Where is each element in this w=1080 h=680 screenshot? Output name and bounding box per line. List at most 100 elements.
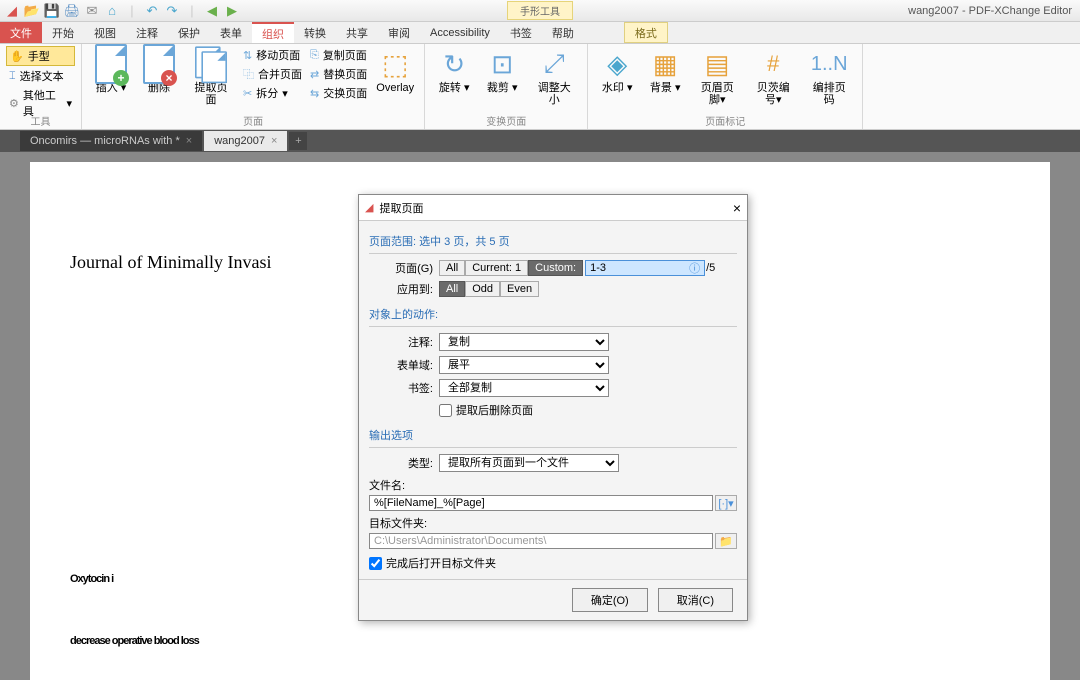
background-button[interactable]: ▦背景 ▾: [642, 46, 688, 96]
menu-view[interactable]: 视图: [84, 22, 126, 43]
hand-icon: ✋: [10, 50, 24, 63]
close-icon[interactable]: ×: [733, 200, 741, 216]
split-page-button[interactable]: ✂拆分 ▾: [240, 84, 305, 102]
bookmark-label: 书签:: [369, 380, 439, 396]
hand-tool-button[interactable]: ✋手型: [6, 46, 75, 66]
group-label: 页面标记: [588, 112, 862, 129]
delete-page-button[interactable]: ×删除: [136, 46, 182, 96]
target-input[interactable]: [369, 533, 713, 549]
move-page-button[interactable]: ⇅移动页面: [240, 46, 305, 64]
group-label: 变换页面: [425, 112, 587, 129]
page-range-segment[interactable]: All Current: 1 Custom:: [439, 260, 583, 276]
replace-page-button[interactable]: ⇄替换页面: [307, 65, 370, 83]
target-label: 目标文件夹:: [369, 515, 737, 531]
apply-label: 应用到:: [369, 281, 439, 297]
actions-header: 对象上的动作:: [369, 302, 737, 327]
bookmark-select[interactable]: 全部复制: [439, 379, 609, 397]
overlay-button[interactable]: ⬚Overlay: [372, 46, 418, 96]
prev-icon[interactable]: ◀: [204, 3, 220, 19]
watermark-button[interactable]: ◈水印 ▾: [594, 46, 640, 96]
form-label: 表单域:: [369, 357, 439, 373]
title-bar: ◢ 📂 💾 🖨 ✉ ⌂ | ↶ ↷ | ◀ ▶ 手形工具 wang2007 - …: [0, 0, 1080, 22]
open-icon[interactable]: 📂: [24, 3, 40, 19]
email-icon[interactable]: ✉: [84, 3, 100, 19]
split-icon: ✂: [243, 87, 252, 100]
menu-format[interactable]: 格式: [624, 22, 668, 43]
open-after-checkbox[interactable]: 完成后打开目标文件夹: [369, 555, 737, 571]
scan-icon[interactable]: ⌂: [104, 3, 120, 19]
apply-odd[interactable]: Odd: [465, 281, 500, 297]
delete-after-checkbox[interactable]: 提取后删除页面: [439, 402, 533, 418]
move-icon: ⇅: [243, 49, 252, 62]
apply-segment[interactable]: All Odd Even: [439, 281, 539, 297]
menu-bookmark[interactable]: 书签: [500, 22, 542, 43]
group-label: 工具: [0, 112, 81, 129]
context-tab-label: 手形工具: [507, 1, 573, 20]
menu-review[interactable]: 审阅: [378, 22, 420, 43]
total-pages: /5: [706, 262, 715, 274]
menu-protect[interactable]: 保护: [168, 22, 210, 43]
merge-icon: ⿻: [243, 66, 254, 82]
crop-button[interactable]: ⊡裁剪 ▾: [479, 46, 525, 96]
new-tab-button[interactable]: +: [289, 132, 307, 150]
insert-page-button[interactable]: +插入 ▾: [88, 46, 134, 96]
type-label: 类型:: [369, 455, 439, 471]
undo-icon[interactable]: ↶: [144, 3, 160, 19]
close-icon[interactable]: ×: [271, 135, 277, 147]
bates-button[interactable]: #贝茨编号▾: [746, 46, 800, 108]
document-tab-strip: Oncomirs — microRNAs with *× wang2007× +: [0, 130, 1080, 152]
menu-organize[interactable]: 组织: [252, 22, 294, 43]
redo-icon[interactable]: ↷: [164, 3, 180, 19]
group-label: 页面: [82, 112, 424, 129]
print-icon[interactable]: 🖨: [64, 3, 80, 19]
gear-icon: ⚙: [9, 97, 19, 110]
custom-range-input[interactable]: [585, 260, 705, 276]
menu-file[interactable]: 文件: [0, 22, 42, 43]
info-icon[interactable]: ⓘ: [689, 260, 700, 276]
rotate-button[interactable]: ↻旋转 ▾: [431, 46, 477, 96]
menu-accessibility[interactable]: Accessibility: [420, 22, 500, 43]
extract-page-button[interactable]: 提取页面: [184, 46, 238, 108]
filename-macro-button[interactable]: [·]▾: [715, 495, 737, 511]
form-select[interactable]: 展平: [439, 356, 609, 374]
pagenum-button[interactable]: 1..N编排页码: [802, 46, 856, 108]
select-text-button[interactable]: ⌶选择文本: [6, 67, 75, 85]
header-footer-button[interactable]: ▤页眉页脚▾: [690, 46, 744, 108]
swap-page-button[interactable]: ⇆交换页面: [307, 84, 370, 102]
filename-input[interactable]: [369, 495, 713, 511]
window-title: wang2007 - PDF-XChange Editor: [908, 5, 1072, 17]
annot-label: 注释:: [369, 334, 439, 350]
menu-help[interactable]: 帮助: [542, 22, 584, 43]
document-tab-2[interactable]: wang2007×: [204, 131, 287, 151]
browse-button[interactable]: 📁: [715, 533, 737, 549]
menu-start[interactable]: 开始: [42, 22, 84, 43]
menu-share[interactable]: 共享: [336, 22, 378, 43]
merge-page-button[interactable]: ⿻合并页面: [240, 65, 305, 83]
range-header: 页面范围: 选中 3 页，共 5 页: [369, 229, 737, 254]
menu-convert[interactable]: 转换: [294, 22, 336, 43]
next-icon[interactable]: ▶: [224, 3, 240, 19]
range-all[interactable]: All: [439, 260, 465, 276]
ok-button[interactable]: 确定(O): [572, 588, 648, 612]
type-select[interactable]: 提取所有页面到一个文件: [439, 454, 619, 472]
dialog-titlebar: ◢提取页面 ×: [359, 195, 747, 221]
resize-button[interactable]: ⤢调整大小: [527, 46, 581, 108]
app-icon: ◢: [365, 201, 373, 214]
swap-icon: ⇆: [310, 87, 319, 100]
sep: |: [124, 3, 140, 19]
extract-pages-dialog: ◢提取页面 × 页面范围: 选中 3 页，共 5 页 页面(G) All Cur…: [358, 194, 748, 621]
menu-comment[interactable]: 注释: [126, 22, 168, 43]
cursor-icon: ⌶: [9, 70, 16, 83]
save-icon[interactable]: 💾: [44, 3, 60, 19]
range-current[interactable]: Current: 1: [465, 260, 528, 276]
menu-bar: 文件 开始 视图 注释 保护 表单 组织 转换 共享 审阅 Accessibil…: [0, 22, 1080, 44]
apply-all[interactable]: All: [439, 281, 465, 297]
copy-page-button[interactable]: ⎘复制页面: [307, 46, 370, 64]
close-icon[interactable]: ×: [186, 135, 192, 147]
apply-even[interactable]: Even: [500, 281, 539, 297]
menu-form[interactable]: 表单: [210, 22, 252, 43]
annot-select[interactable]: 复制: [439, 333, 609, 351]
cancel-button[interactable]: 取消(C): [658, 588, 733, 612]
range-custom[interactable]: Custom:: [528, 260, 583, 276]
document-tab-1[interactable]: Oncomirs — microRNAs with *×: [20, 131, 202, 151]
